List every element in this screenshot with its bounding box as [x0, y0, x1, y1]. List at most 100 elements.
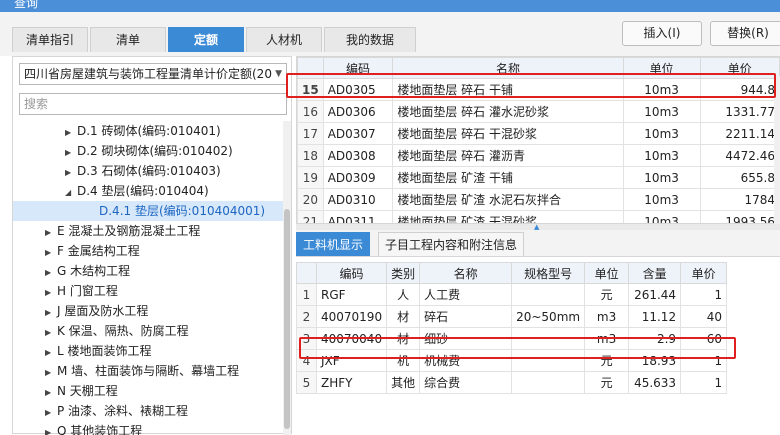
caret-right-icon[interactable]: ▶	[65, 123, 77, 143]
insert-button[interactable]: 插入(I)	[622, 21, 702, 46]
caret-right-icon[interactable]: ▶	[45, 403, 57, 423]
column-header[interactable]: 名称	[419, 262, 513, 284]
table-row[interactable]: 16 AD0306 楼地面垫层 碎石 灌水泥砂浆 10m3 1331.77	[297, 100, 780, 123]
column-header[interactable]: 单价	[699, 57, 780, 79]
tab-material-display[interactable]: 工料机显示	[296, 232, 371, 256]
quota-unit: 10m3	[622, 144, 701, 167]
quota-code: AD0310	[322, 188, 394, 211]
tree-scrollbar[interactable]	[283, 121, 291, 435]
material-code: JXF	[315, 349, 388, 372]
tree-item[interactable]: ▶ K 保温、隔热、防腐工程	[13, 321, 189, 341]
material-name: 细砂	[419, 327, 513, 350]
replace-button[interactable]: 替换(R)	[710, 21, 780, 46]
material-quantity: 2.9	[628, 327, 682, 350]
caret-right-icon[interactable]: ▶	[45, 303, 57, 323]
table-row[interactable]: 15 AD0305 楼地面垫层 碎石 干铺 10m3 944.8	[297, 78, 780, 101]
caret-right-icon[interactable]: ▶	[45, 263, 57, 283]
tree-item[interactable]: ▶ Q 其他装饰工程	[13, 421, 142, 435]
column-header[interactable]	[296, 262, 317, 284]
tree-scrollbar-thumb[interactable]	[284, 209, 290, 429]
caret-right-icon[interactable]: ▶	[45, 223, 57, 243]
caret-right-icon[interactable]: ▶	[45, 383, 57, 403]
column-header[interactable]: 编码	[315, 262, 388, 284]
caret-right-icon[interactable]: ▶	[45, 363, 57, 383]
tree-item[interactable]: ▶ H 门窗工程	[13, 281, 118, 301]
search-input[interactable]: 搜索	[19, 93, 287, 115]
tree-item[interactable]: ▶ E 混凝土及钢筋混凝土工程	[13, 221, 200, 241]
material-quantity: 45.633	[628, 371, 682, 394]
tab-labor-material-machine[interactable]: 人材机	[246, 27, 322, 52]
tree-item[interactable]: D.4.1 垫层(编码:010404001)	[13, 201, 283, 221]
column-header[interactable]: 含量	[628, 262, 682, 284]
caret-right-icon[interactable]: ▶	[45, 343, 57, 363]
tree-item-label: K 保温、隔热、防腐工程	[57, 324, 189, 338]
tree-item[interactable]: ▶ D.2 砌块砌体(编码:010402)	[13, 141, 233, 161]
caret-right-icon[interactable]: ▶	[45, 323, 57, 343]
tree-item-label: G 木结构工程	[57, 264, 131, 278]
column-header[interactable]: 单价	[680, 262, 728, 284]
table-row[interactable]: 2 40070190 材碎石 20~50mm m3 11.12 40	[296, 305, 728, 328]
quota-code: AD0311	[322, 210, 394, 223]
column-header[interactable]	[297, 57, 324, 79]
tree-item[interactable]: ▶ D.1 砖砌体(编码:010401)	[13, 121, 221, 141]
column-header[interactable]: 名称	[392, 57, 624, 79]
table-row[interactable]: 5 ZHFY 其他 综合费 元 45.633 1	[296, 371, 728, 394]
chevron-down-icon[interactable]: ▼	[275, 64, 282, 84]
caret-right-icon[interactable]: ▶	[45, 283, 57, 303]
tree-item-label: D.4 垫层(编码:010404)	[77, 184, 209, 198]
table-row[interactable]: 4 JXF 机机械费 元 18.93 1	[296, 349, 728, 372]
tab-item-content-notes[interactable]: 子目工程内容和附注信息	[378, 232, 525, 256]
tab-list[interactable]: 清单	[90, 27, 166, 52]
material-quantity: 261.44	[628, 283, 682, 306]
quota-name: 楼地面垫层 碎石 干铺	[392, 78, 624, 101]
caret-down-icon[interactable]: ◢	[65, 183, 77, 203]
material-name: 综合费	[419, 371, 513, 394]
table-row[interactable]: 3 40070040 材细砂 m3 2.9 60	[296, 327, 728, 350]
quota-name: 楼地面垫层 矿渣 干铺	[392, 166, 624, 189]
table-row[interactable]: 19 AD0309 楼地面垫层 矿渣 干铺 10m3 655.8	[297, 166, 780, 189]
material-code: 40070190	[315, 305, 388, 328]
column-header[interactable]: 单位	[622, 57, 701, 79]
row-index: 17	[297, 122, 324, 145]
tree-item[interactable]: ▶ M 墙、柱面装饰与隔断、幕墙工程	[13, 361, 239, 381]
tab-quota[interactable]: 定额	[168, 27, 244, 52]
tree-item[interactable]: ▶ L 楼地面装饰工程	[13, 341, 152, 361]
quota-table-scrollbar[interactable]	[774, 76, 780, 224]
quota-table: 编码 名称 单位 单价 15 AD0305 楼地面垫层 碎石 干铺 10m3 944.8 16 AD…	[297, 57, 780, 223]
quota-library-value: 四川省房屋建筑与装饰工程量清单计价定额(20	[24, 67, 272, 81]
table-row[interactable]: 20 AD0310 楼地面垫层 矿渣 水泥石灰拌合 10m3 1784	[297, 188, 780, 211]
tree-item[interactable]: ▶ G 木结构工程	[13, 261, 130, 281]
column-header[interactable]: 规格型号	[511, 262, 586, 284]
caret-right-icon[interactable]: ▶	[45, 423, 57, 435]
column-header[interactable]: 编码	[322, 57, 394, 79]
quota-name: 楼地面垫层 矿渣 水泥石灰拌合	[392, 188, 624, 211]
column-header[interactable]: 类别	[386, 262, 421, 284]
quota-name: 楼地面垫层 矿渣 干混砂浆	[392, 210, 624, 223]
tree-item[interactable]: ▶ F 金属结构工程	[13, 241, 140, 261]
detail-tab-bar: 工料机显示 子目工程内容和附注信息	[296, 230, 780, 257]
tree-item[interactable]: ▶ N 天棚工程	[13, 381, 118, 401]
tree-item[interactable]: ▶ P 油漆、涂料、裱糊工程	[13, 401, 188, 421]
tab-list-guide[interactable]: 清单指引	[12, 27, 88, 52]
material-unit: m3	[584, 327, 630, 350]
caret-right-icon[interactable]: ▶	[45, 243, 57, 263]
tab-my-data[interactable]: 我的数据	[324, 27, 416, 52]
table-row[interactable]: 18 AD0308 楼地面垫层 碎石 灌沥青 10m3 4472.46	[297, 144, 780, 167]
column-header[interactable]: 单位	[584, 262, 630, 284]
quota-table-panel: 编码 名称 单位 单价 15 AD0305 楼地面垫层 碎石 干铺 10m3 944.8 16 AD…	[296, 56, 780, 224]
material-quantity: 18.93	[628, 349, 682, 372]
table-row[interactable]: 17 AD0307 楼地面垫层 碎石 干混砂浆 10m3 2211.14	[297, 122, 780, 145]
material-unit: 元	[584, 349, 630, 372]
tree-item-label: E 混凝土及钢筋混凝土工程	[57, 224, 201, 238]
table-row[interactable]: 21 AD0311 楼地面垫层 矿渣 干混砂浆 10m3 1993.56	[297, 210, 780, 223]
material-code: 40070040	[315, 327, 388, 350]
quota-library-select[interactable]: 四川省房屋建筑与装饰工程量清单计价定额(20 ▼	[19, 63, 287, 85]
caret-right-icon[interactable]: ▶	[65, 143, 77, 163]
tree-item[interactable]: ▶ J 屋面及防水工程	[13, 301, 148, 321]
tree-item[interactable]: ◢ D.4 垫层(编码:010404)	[13, 181, 209, 201]
tree-item[interactable]: ▶ D.3 石砌体(编码:010403)	[13, 161, 221, 181]
material-unit: 元	[584, 283, 630, 306]
caret-right-icon[interactable]: ▶	[65, 163, 77, 183]
table-row[interactable]: 1 RGF 人人工费元 261.44 1	[296, 283, 728, 306]
material-unit: m3	[584, 305, 630, 328]
